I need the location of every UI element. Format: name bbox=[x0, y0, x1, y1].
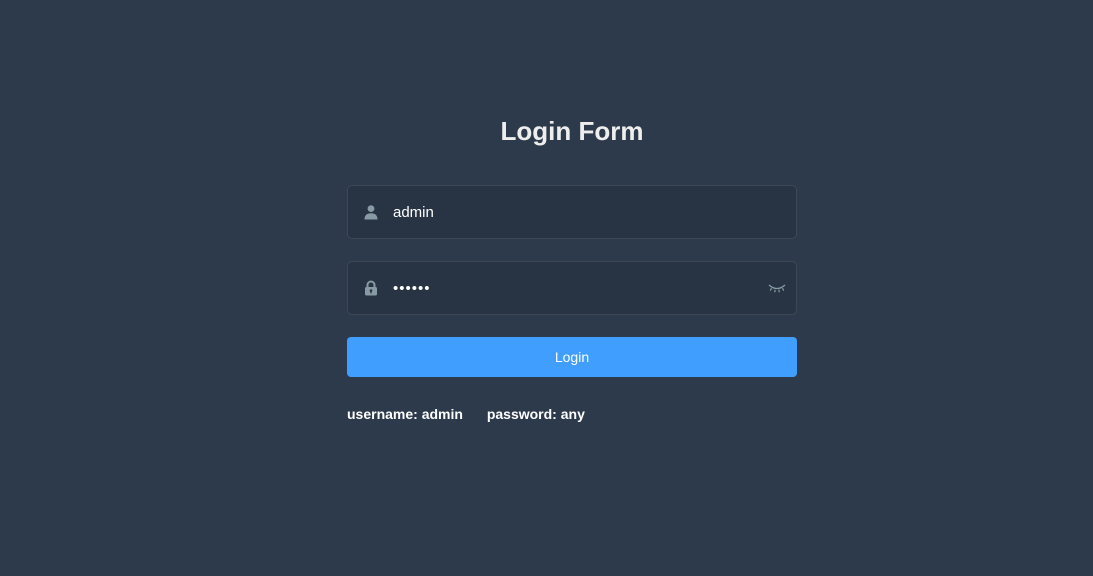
user-icon bbox=[363, 204, 379, 220]
credentials-tips: username: admin password: any bbox=[347, 406, 797, 422]
eye-closed-icon[interactable] bbox=[767, 281, 787, 295]
username-input[interactable] bbox=[393, 186, 753, 238]
login-page: Login Form admin Login username: admin p… bbox=[0, 0, 1093, 576]
lock-icon bbox=[363, 280, 379, 296]
username-field bbox=[347, 185, 797, 239]
password-input[interactable] bbox=[393, 262, 753, 314]
page-title: Login Form bbox=[500, 116, 644, 146]
username-tip: username: admin bbox=[347, 406, 463, 422]
login-button[interactable]: Login bbox=[347, 337, 797, 377]
password-field bbox=[347, 261, 797, 315]
password-tip: password: any bbox=[486, 406, 585, 422]
